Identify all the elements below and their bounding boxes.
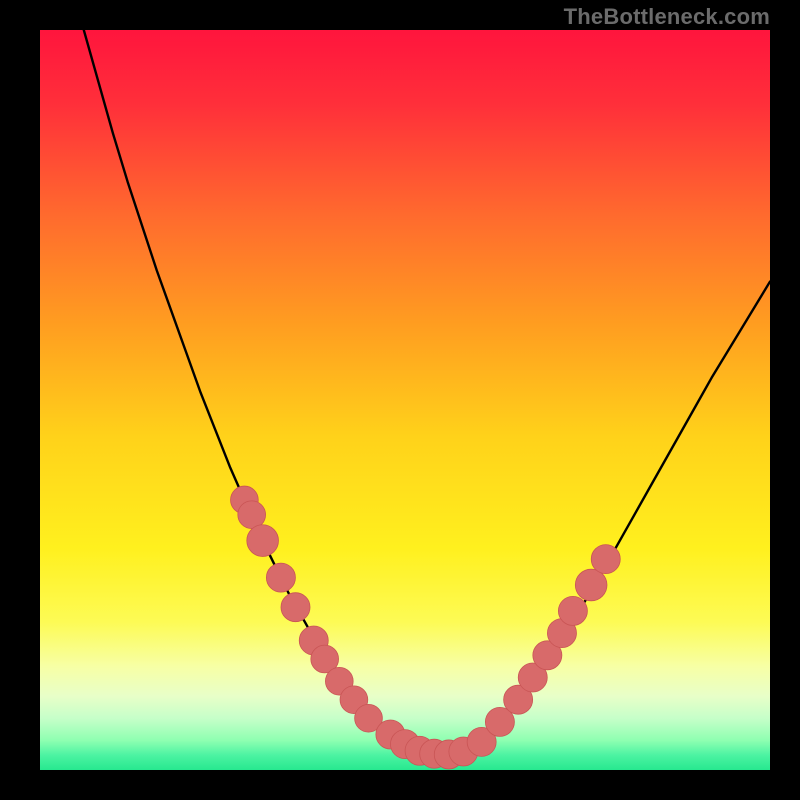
data-marker [281,593,310,622]
chart-frame: TheBottleneck.com [0,0,800,800]
attribution-label: TheBottleneck.com [564,4,770,30]
data-marker [558,596,587,625]
data-marker [575,569,607,601]
data-marker [266,563,295,592]
curve-path [84,30,770,755]
data-marker [591,545,620,574]
bottleneck-curve [40,30,770,770]
data-marker [247,525,279,557]
plot-area [40,30,770,770]
data-marker [238,501,266,529]
